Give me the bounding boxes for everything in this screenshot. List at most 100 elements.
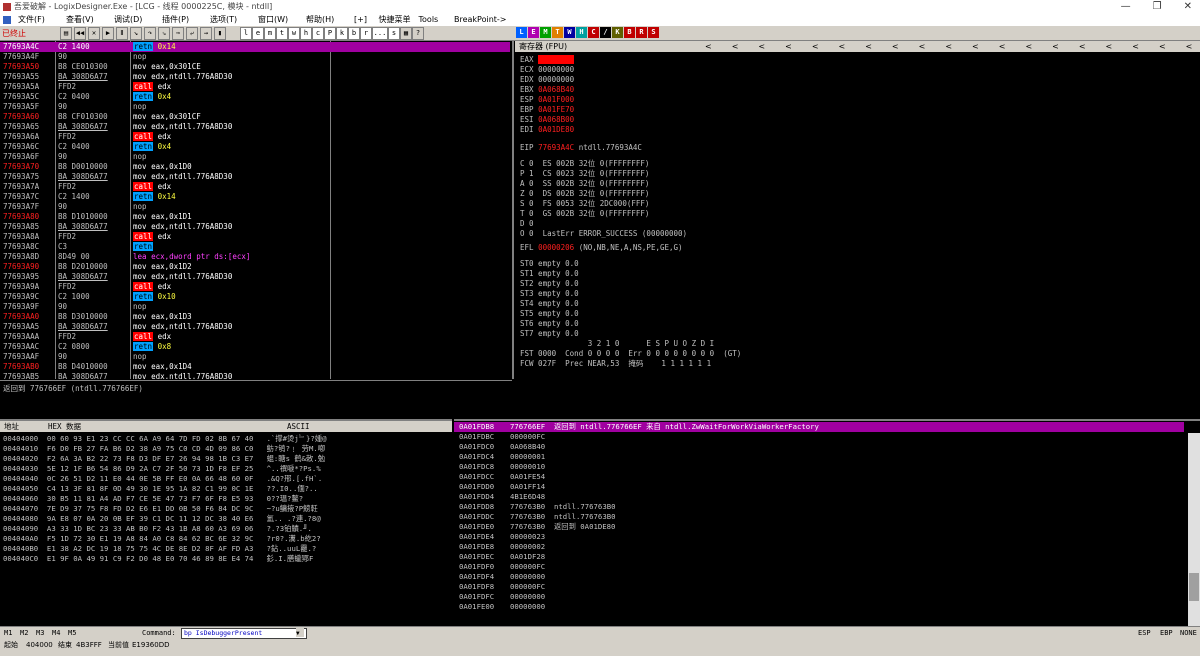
register-ecx[interactable]: ECX 00000000 (520, 65, 574, 75)
disasm-row[interactable]: 77693A8D 8D49 00 lea ecx,dword ptr ds:[ecx… (0, 252, 510, 262)
flag-line[interactable]: S 0 FS 0053 32位 2DC000(FFF) (520, 199, 649, 209)
menu-item[interactable]: 快捷菜单 (379, 14, 411, 26)
execute-till-return-icon[interactable]: ⤶ (186, 27, 198, 40)
register-eip[interactable]: EIP 77693A4C ntdll.77693A4C (520, 143, 642, 153)
stack-row[interactable]: 0A01FDB8 776766EF 返回到 ntdll.776766EF 来自 nt… (454, 422, 1184, 432)
stack-row[interactable]: 0A01FE00 00000000 (454, 602, 1184, 612)
disasm-row[interactable]: 77693A50 B8 CE010300 mov eax,0x301CE (0, 62, 510, 72)
flag-line[interactable]: D 0 (520, 219, 534, 229)
disasm-row[interactable]: 77693A80 B8 D1010000 mov eax,0x1D1 (0, 212, 510, 222)
disasm-row[interactable]: 77693A8C C3 retn (0, 242, 510, 252)
disasm-row[interactable]: 77693A5F 90 nop (0, 102, 510, 112)
ebp-button[interactable]: EBP (1160, 627, 1173, 639)
disasm-row[interactable]: 77693A7F 90 nop (0, 202, 510, 212)
stack-row[interactable]: 0A01FDFC 00000000 (454, 592, 1184, 602)
register-esi[interactable]: ESI 0A068B00 (520, 115, 574, 125)
grid-icon[interactable]: ▦ (400, 27, 412, 40)
disassembly-pane[interactable]: 77693A4C C2 1400 retn 0x14 77693A4F 90 nop 77… (0, 41, 514, 379)
run-icon[interactable]: ▶ (102, 27, 114, 40)
disasm-row[interactable]: 77693AAF 90 nop (0, 352, 510, 362)
flag-line[interactable]: P 1 CS 0023 32位 0(FFFFFFFF) (520, 169, 649, 179)
window-button-k[interactable]: k (336, 27, 348, 40)
stack-row[interactable]: 0A01FDD8 776763B0 ntdll.776763B0 (454, 502, 1184, 512)
plugin-button-10[interactable]: B (624, 27, 635, 38)
plugin-button-3[interactable]: M (540, 27, 551, 38)
dump-row[interactable]: 004040B0 E1 38 A2 DC 19 18 75 75 4C DE 8… (3, 544, 316, 554)
plugin-button-5[interactable]: W (564, 27, 575, 38)
stack-row[interactable]: 0A01FDC8 00000010 (454, 462, 1184, 472)
stack-row[interactable]: 0A01FDBC 000000FC (454, 432, 1184, 442)
plugin-button-9[interactable]: K (612, 27, 623, 38)
stack-row[interactable]: 0A01FDF0 000000FC (454, 562, 1184, 572)
dump-row[interactable]: 00404090 A3 33 1D BC 23 33 AB B0 F2 43 1… (3, 524, 312, 534)
plugin-button-11[interactable]: R (636, 27, 647, 38)
disasm-row[interactable]: 77693A5A FFD2 call edx (0, 82, 510, 92)
window-button-c[interactable]: c (312, 27, 324, 40)
register-edx[interactable]: EDX 00000000 (520, 75, 574, 85)
flag-line[interactable]: Z 0 DS 002B 32位 0(FFFFFFFF) (520, 189, 649, 199)
step-over-icon[interactable]: ↷ (144, 27, 156, 40)
plugin-button-8[interactable]: / (600, 27, 611, 38)
fpu-register[interactable]: ST6 empty 0.0 (520, 319, 579, 329)
fpu-register[interactable]: ST0 empty 0.0 (520, 259, 579, 269)
m1-button[interactable]: M1 (4, 627, 12, 639)
stack-row[interactable]: 0A01FDE0 776763B0 返回到 0A01DE80 (454, 522, 1184, 532)
stack-row[interactable]: 0A01FDD4 4B1E6D48 (454, 492, 1184, 502)
disasm-row[interactable]: 77693A4F 90 nop (0, 52, 510, 62)
stack-row[interactable]: 0A01FDE8 00000002 (454, 542, 1184, 552)
disasm-row[interactable]: 77693A5C C2 0400 retn 0x4 (0, 92, 510, 102)
window-button-m[interactable]: m (264, 27, 276, 40)
disasm-row[interactable]: 77693A55 BA 308D6A77 mov edx,ntdll.776A8D3… (0, 72, 510, 82)
register-esp[interactable]: ESP 0A01F000 (520, 95, 574, 105)
dump-row[interactable]: 00404040 0C 26 51 D2 11 E0 44 0E 5B FF E… (3, 474, 322, 484)
dump-row[interactable]: 00404010 F6 D0 FB 27 FA B6 D2 38 A9 75 C… (3, 444, 325, 454)
menu-item[interactable]: 选项(T) (210, 14, 237, 26)
stack-row[interactable]: 0A01FDF8 000000FC (454, 582, 1184, 592)
register-ebp[interactable]: EBP 0A01FE70 (520, 105, 574, 115)
menu-item[interactable]: [+] (354, 14, 367, 26)
dump-row[interactable]: 00404080 9A E8 07 0A 20 0B EF 39 C1 DC 1… (3, 514, 321, 524)
fpu-register[interactable]: ST5 empty 0.0 (520, 309, 579, 319)
pause-icon[interactable]: Ⅱ (116, 27, 128, 40)
stack-pane[interactable]: 0A01FDB8 776766EF 返回到 ntdll.776766EF 来自 nt… (454, 419, 1200, 627)
trace-into-icon[interactable]: ⇘ (158, 27, 170, 40)
plugin-button-7[interactable]: C (588, 27, 599, 38)
disasm-row[interactable]: 77693AA5 BA 308D6A77 mov edx,ntdll.776A8D3… (0, 322, 510, 332)
stack-row[interactable]: 0A01FDC4 00000001 (454, 452, 1184, 462)
register-efl[interactable]: EFL 00000206 (NO,NB,NE,A,NS,PE,GE,G) (520, 243, 683, 253)
fpu-register[interactable]: ST2 empty 0.0 (520, 279, 579, 289)
registers-pane[interactable]: 寄存器 (FPU) <<<<<<<<<<<<<<<<<<<< EAX 00000… (515, 41, 1200, 418)
window-button-t[interactable]: t (276, 27, 288, 40)
disasm-row[interactable]: 77693A75 BA 308D6A77 mov edx,ntdll.776A8D3… (0, 172, 510, 182)
window-button-w[interactable]: w (288, 27, 300, 40)
window-button-h[interactable]: h (300, 27, 312, 40)
disasm-row[interactable]: 77693AAC C2 0800 retn 0x8 (0, 342, 510, 352)
register-value[interactable]: 00000000 (538, 75, 574, 84)
stack-scrollbar[interactable] (1188, 433, 1200, 627)
menu-item[interactable]: 查看(V) (66, 14, 94, 26)
register-value[interactable]: 0A068B00 (538, 115, 574, 124)
restart-icon[interactable]: ◀◀ (74, 27, 86, 40)
register-value[interactable]: 00000000 (538, 65, 574, 74)
close-button[interactable]: ✕ (1184, 0, 1192, 14)
dump-row[interactable]: 004040A0 F5 1D 72 30 E1 19 A8 84 A0 C8 8… (3, 534, 321, 544)
dump-row[interactable]: 00404050 C4 13 3F 81 8F 0D 49 30 1E 95 1… (3, 484, 318, 494)
maximize-button[interactable]: ❐ (1153, 0, 1162, 14)
m2-button[interactable]: M2 (20, 627, 28, 639)
fpu-register[interactable]: ST7 empty 0.0 (520, 329, 579, 339)
window-button-b[interactable]: b (348, 27, 360, 40)
stack-row[interactable]: 0A01FDF4 00000000 (454, 572, 1184, 582)
disasm-row[interactable]: 77693A60 B8 CF010300 mov eax,0x301CF (0, 112, 510, 122)
m4-button[interactable]: M4 (52, 627, 60, 639)
menu-item[interactable]: 窗口(W) (258, 14, 288, 26)
menu-item[interactable]: Tools (419, 14, 439, 26)
disasm-row[interactable]: 77693A6C C2 0400 retn 0x4 (0, 142, 510, 152)
register-value[interactable]: 00000206 (538, 243, 574, 252)
disasm-row[interactable]: 77693A9A FFD2 call edx (0, 282, 510, 292)
plugin-button-12[interactable]: S (648, 27, 659, 38)
fpu-register[interactable]: ST4 empty 0.0 (520, 299, 579, 309)
fpu-register[interactable]: ST3 empty 0.0 (520, 289, 579, 299)
window-button-l[interactable]: l (240, 27, 252, 40)
m5-button[interactable]: M5 (68, 627, 76, 639)
stack-row[interactable]: 0A01FDCC 0A01FE54 (454, 472, 1184, 482)
